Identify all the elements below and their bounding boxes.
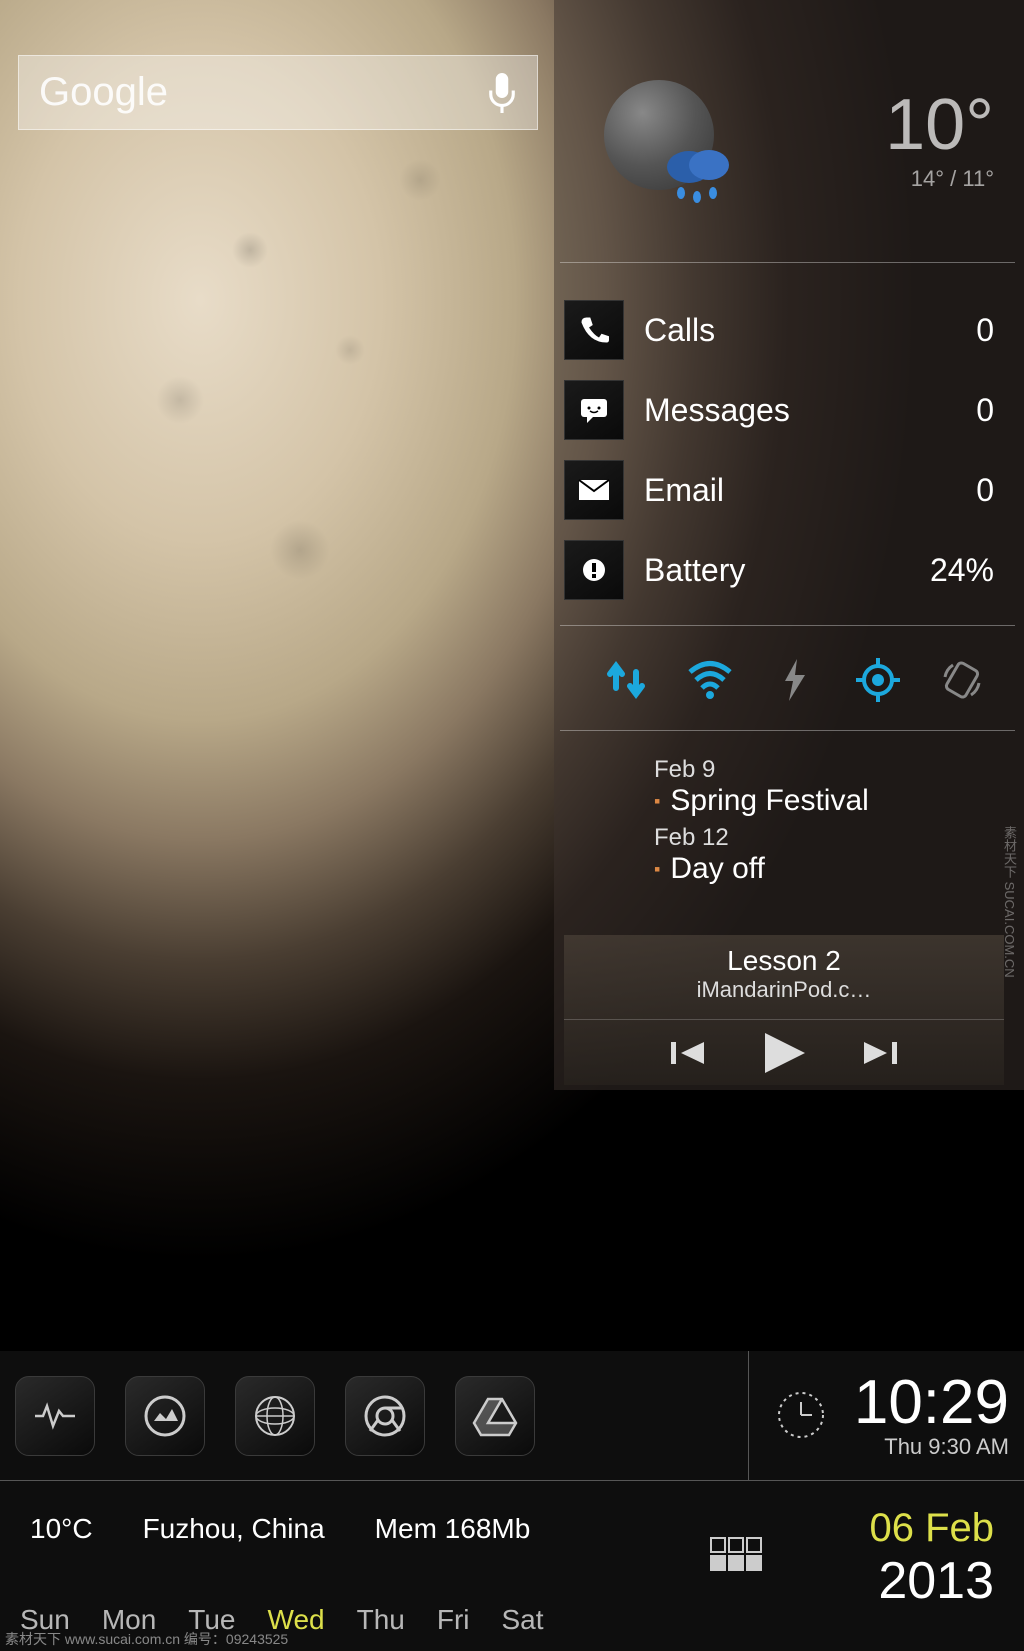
weather-temperature: 10°: [885, 89, 994, 161]
divider: [560, 262, 1015, 263]
clock-icon: [774, 1388, 829, 1443]
google-search-bar[interactable]: Google: [18, 55, 538, 130]
next-icon[interactable]: [859, 1038, 899, 1068]
event-title: Day off: [654, 852, 1024, 886]
event-title: Spring Festival: [654, 784, 1024, 818]
media-player-widget[interactable]: Lesson 2 iMandarinPod.c…: [564, 935, 1004, 1085]
event-date: Feb 9: [654, 756, 1024, 784]
divider: [560, 730, 1015, 731]
battery-alert-icon: [564, 540, 624, 600]
watermark: 素材天下 www.sucai.com.cn 编号：09243525: [5, 1629, 288, 1649]
status-label: Email: [644, 472, 956, 509]
bottom-bar: 10:29 Thu 9:30 AM 10°C Fuzhou, China Mem…: [0, 1351, 1024, 1651]
google-logo: Google: [39, 70, 487, 115]
chrome-app-icon[interactable]: [345, 1376, 425, 1456]
alarm-time: Thu 9:30 AM: [854, 1434, 1009, 1460]
media-title: Lesson 2: [564, 945, 1004, 977]
event-date: Feb 12: [654, 824, 1024, 852]
media-subtitle: iMandarinPod.c…: [564, 977, 1004, 1003]
activity-app-icon[interactable]: [15, 1376, 95, 1456]
drive-app-icon[interactable]: [455, 1376, 535, 1456]
weekday-label: Sat: [502, 1604, 544, 1636]
weekday-label: Fri: [437, 1604, 470, 1636]
weather-icon: [604, 80, 724, 200]
status-value: 0: [976, 472, 994, 509]
clock-widget[interactable]: 10:29 Thu 9:30 AM: [748, 1351, 1009, 1480]
clock-time: 10:29: [854, 1372, 1009, 1434]
info-memory: Mem 168Mb: [375, 1513, 531, 1545]
data-toggle-icon[interactable]: [601, 655, 651, 705]
status-value: 0: [976, 392, 994, 429]
message-icon: [564, 380, 624, 440]
info-location: Fuzhou, China: [143, 1513, 325, 1545]
browser-app-icon[interactable]: [235, 1376, 315, 1456]
status-battery[interactable]: Battery 24%: [564, 530, 994, 610]
dock: [15, 1376, 535, 1456]
info-temp: 10°C: [30, 1513, 93, 1545]
toggle-row: [564, 640, 1024, 720]
status-label: Battery: [644, 552, 910, 589]
status-calls[interactable]: Calls 0: [564, 290, 994, 370]
status-value: 0: [976, 312, 994, 349]
status-value: 24%: [930, 552, 994, 589]
rotate-toggle-icon[interactable]: [937, 655, 987, 705]
date-widget[interactable]: 06 Feb 2013: [869, 1506, 994, 1611]
flash-toggle-icon[interactable]: [769, 655, 819, 705]
email-icon: [564, 460, 624, 520]
phone-icon: [564, 300, 624, 360]
gps-toggle-icon[interactable]: [853, 655, 903, 705]
wifi-toggle-icon[interactable]: [685, 655, 735, 705]
divider: [560, 625, 1015, 626]
microphone-icon[interactable]: [487, 73, 517, 113]
gallery-app-icon[interactable]: [125, 1376, 205, 1456]
status-messages[interactable]: Messages 0: [564, 370, 994, 450]
status-list: Calls 0 Messages 0 Email 0 Battery 24%: [564, 280, 1024, 610]
status-label: Messages: [644, 392, 956, 429]
date-day-month: 06 Feb: [869, 1506, 994, 1551]
date-year: 2013: [869, 1551, 994, 1611]
calendar-events[interactable]: Feb 9 Spring Festival Feb 12 Day off: [604, 750, 1024, 886]
weekday-label: Thu: [357, 1604, 405, 1636]
watermark: 素材天下 SUCAI.COM.CN: [1000, 826, 1019, 978]
status-label: Calls: [644, 312, 956, 349]
previous-icon[interactable]: [669, 1038, 709, 1068]
apps-drawer-icon[interactable]: [709, 1536, 764, 1576]
weather-widget[interactable]: 10° 14° / 11°: [554, 50, 1024, 230]
play-icon[interactable]: [759, 1031, 809, 1075]
weather-range: 14° / 11°: [885, 166, 994, 192]
status-email[interactable]: Email 0: [564, 450, 994, 530]
